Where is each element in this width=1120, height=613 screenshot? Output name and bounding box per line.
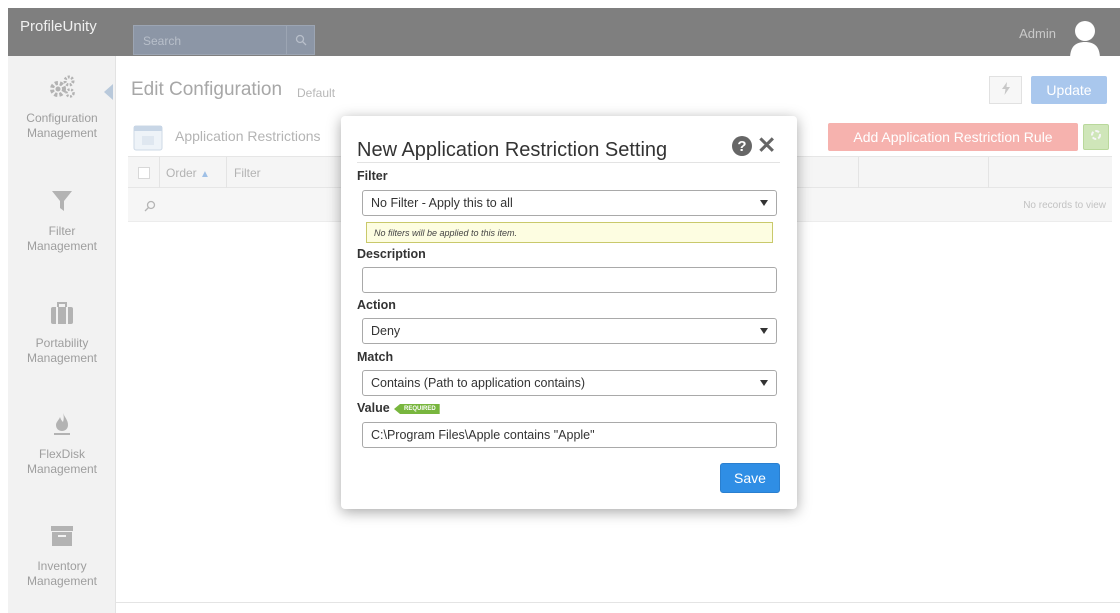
- action-select-value: Deny: [371, 324, 401, 338]
- divider: [357, 162, 780, 163]
- sidebar-item-label: Portability: [35, 336, 89, 350]
- sidebar-item-label: Management: [26, 239, 98, 253]
- bolt-icon: [1001, 82, 1010, 98]
- select-all-checkbox[interactable]: [138, 167, 150, 179]
- sidebar-item-label: Management: [26, 351, 98, 365]
- add-rule-button[interactable]: Add Application Restriction Rule: [828, 123, 1078, 151]
- chevron-down-icon: [760, 200, 768, 206]
- sidebar-item-label: Management: [26, 126, 98, 140]
- filter-select[interactable]: No Filter - Apply this to all: [362, 190, 777, 216]
- filter-select-value: No Filter - Apply this to all: [371, 196, 513, 210]
- filter-label: Filter: [357, 169, 388, 183]
- match-select[interactable]: Contains (Path to application contains): [362, 370, 777, 396]
- sidebar: Configuration Management Filter Manageme…: [8, 56, 116, 613]
- match-select-value: Contains (Path to application contains): [371, 376, 586, 390]
- sort-asc-icon: ▲: [200, 169, 210, 180]
- user-name[interactable]: Admin: [1019, 26, 1056, 41]
- filter-hint: No filters will be applied to this item.: [366, 222, 773, 243]
- filter-icon: [8, 189, 116, 217]
- column-divider: [858, 157, 859, 188]
- sidebar-item-label: Management: [26, 462, 98, 476]
- sidebar-item-label: Management: [26, 574, 98, 588]
- required-badge: REQUIRED: [394, 404, 440, 414]
- column-divider: [226, 157, 227, 188]
- save-button[interactable]: Save: [720, 463, 780, 493]
- column-divider: [159, 157, 160, 188]
- new-restriction-dialog: New Application Restriction Setting ? ✕ …: [341, 116, 797, 509]
- empty-records-text: No records to view: [1023, 200, 1106, 211]
- chevron-down-icon: [760, 380, 768, 386]
- search-box[interactable]: Search: [133, 25, 315, 55]
- search-icon[interactable]: [144, 199, 156, 217]
- action-label: Action: [357, 298, 396, 312]
- panel-title: Application Restrictions: [175, 128, 321, 144]
- sidebar-item-filter[interactable]: Filter Management: [8, 189, 116, 254]
- divider: [116, 602, 1120, 603]
- update-button[interactable]: Update: [1031, 76, 1107, 104]
- sidebar-item-label: Inventory: [37, 559, 87, 573]
- sidebar-item-flexdisk[interactable]: FlexDisk Management: [8, 412, 116, 477]
- sidebar-item-inventory[interactable]: Inventory Management: [8, 524, 116, 589]
- column-divider: [988, 157, 989, 188]
- sidebar-item-label: FlexDisk: [38, 447, 85, 461]
- dialog-title: New Application Restriction Setting: [357, 139, 668, 161]
- top-bar: ProfileUnity Search Admin: [8, 8, 1120, 59]
- avatar-icon[interactable]: [1068, 19, 1102, 59]
- search-input[interactable]: Search: [143, 34, 181, 48]
- description-label: Description: [357, 247, 426, 261]
- column-header-filter[interactable]: Filter: [234, 166, 261, 180]
- flame-icon: [8, 412, 116, 440]
- archive-icon: [8, 524, 116, 552]
- collapse-sidebar-icon[interactable]: [104, 84, 113, 100]
- page-title: Edit Configuration: [131, 79, 283, 100]
- sidebar-item-configuration[interactable]: Configuration Management: [8, 74, 116, 141]
- sidebar-item-portability[interactable]: Portability Management: [8, 301, 116, 366]
- value-label: Value: [357, 401, 390, 415]
- briefcase-icon: [8, 301, 116, 329]
- refresh-button[interactable]: [1083, 124, 1109, 150]
- brand-logo[interactable]: ProfileUnity: [20, 18, 97, 35]
- chevron-down-icon: [760, 328, 768, 334]
- sidebar-item-label: Configuration: [26, 111, 98, 125]
- application-window-icon: [133, 123, 163, 151]
- description-input[interactable]: [362, 267, 777, 293]
- refresh-icon: [1090, 128, 1102, 146]
- sidebar-item-label: Filter: [48, 224, 76, 238]
- page-subtitle: Default: [297, 86, 336, 100]
- gears-icon: [8, 74, 116, 104]
- action-select[interactable]: Deny: [362, 318, 777, 344]
- close-icon[interactable]: ✕: [757, 131, 776, 159]
- search-icon[interactable]: [286, 26, 314, 54]
- match-label: Match: [357, 350, 394, 364]
- bolt-button[interactable]: [989, 76, 1022, 104]
- help-icon[interactable]: ?: [732, 136, 752, 156]
- value-input[interactable]: C:\Program Files\Apple contains "Apple": [362, 422, 777, 448]
- column-header-order[interactable]: Order ▲: [166, 166, 210, 180]
